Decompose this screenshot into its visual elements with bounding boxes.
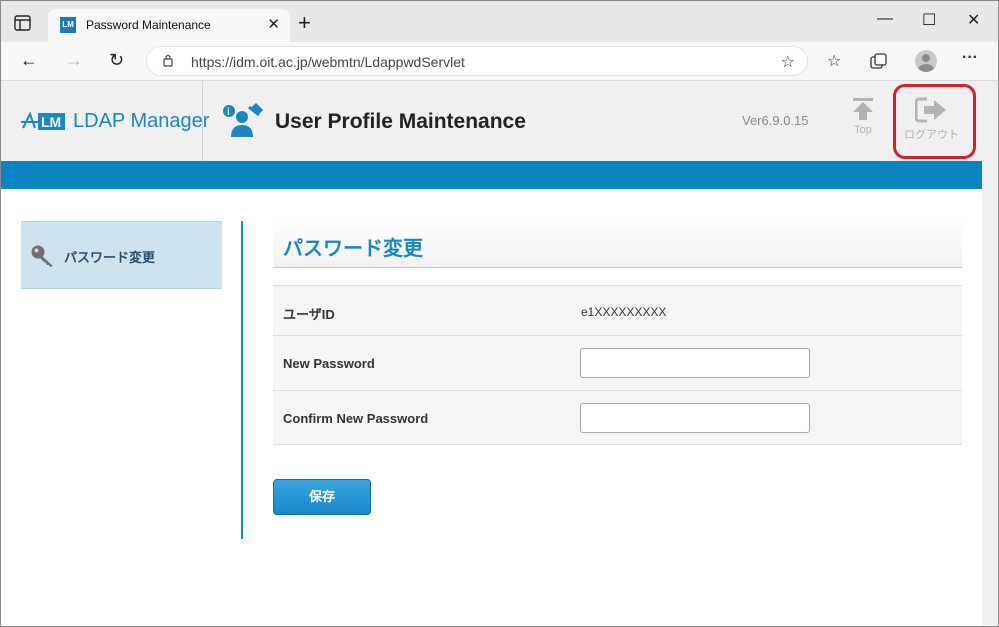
section-header: パスワード変更 — [273, 221, 962, 268]
user-id-label: ユーザID — [283, 307, 335, 322]
forward-button[interactable]: → — [65, 51, 83, 69]
logout-label: ログアウト — [904, 129, 959, 141]
header-divider — [202, 81, 203, 161]
lock-icon[interactable] — [163, 54, 173, 67]
user-maintenance-icon: i — [223, 103, 263, 137]
version-label: Ver6.9.0.15 — [742, 113, 809, 128]
browser-window: LM Password Maintenance ✕ + — ☐ ✕ ← → ↻ … — [0, 0, 999, 627]
accent-bar — [1, 161, 982, 189]
scrollbar[interactable] — [982, 81, 998, 626]
top-button[interactable]: Top — [851, 97, 875, 136]
top-arrow-icon — [853, 98, 873, 120]
password-form: ユーザID e1XXXXXXXXX New Password Confirm N… — [273, 285, 962, 445]
ldap-manager-logo[interactable]: LM LDAP Manager — [21, 108, 209, 134]
form-row-confirm-password: Confirm New Password — [273, 390, 962, 445]
form-row-new-password: New Password — [273, 335, 962, 390]
collections-icon[interactable] — [870, 53, 887, 70]
title-bar: LM Password Maintenance ✕ + — ☐ ✕ — [1, 1, 998, 42]
app-header: LM LDAP Manager i User Profile Maintenan… — [1, 81, 982, 161]
logo-mark-icon: LM — [21, 111, 65, 130]
close-window-button[interactable]: ✕ — [967, 10, 980, 30]
tab-title: Password Maintenance — [86, 18, 211, 32]
sidebar-item-label: パスワード変更 — [64, 250, 156, 265]
profile-avatar[interactable] — [915, 50, 937, 72]
minimize-button[interactable]: — — [877, 10, 893, 28]
more-menu-icon[interactable]: ··· — [962, 49, 978, 67]
save-button[interactable]: 保存 — [273, 479, 371, 515]
svg-text:LM: LM — [41, 114, 61, 130]
confirm-password-label: Confirm New Password — [283, 411, 429, 426]
new-password-label: New Password — [283, 356, 375, 371]
section-title: パスワード変更 — [283, 238, 423, 260]
user-id-value: e1XXXXXXXXX — [581, 305, 667, 319]
browser-tab[interactable]: LM Password Maintenance ✕ — [48, 9, 290, 42]
back-button[interactable]: ← — [20, 51, 38, 69]
browser-toolbar: ← → ↻ https://idm.oit.ac.jp/webmtn/Ldapp… — [1, 42, 998, 81]
address-bar[interactable]: https://idm.oit.ac.jp/webmtn/LdappwdServ… — [146, 46, 808, 76]
confirm-password-input[interactable] — [580, 403, 810, 433]
tab-close-icon[interactable]: ✕ — [267, 15, 280, 33]
favorites-icon[interactable]: ☆ — [827, 51, 841, 71]
page-title: User Profile Maintenance — [275, 110, 526, 133]
tab-actions-icon[interactable] — [11, 13, 35, 33]
sidebar-item-password-change[interactable]: パスワード変更 — [21, 221, 222, 289]
content-divider — [241, 221, 243, 539]
favicon-icon: LM — [60, 17, 76, 33]
top-label: Top — [854, 124, 872, 136]
logout-button[interactable]: ログアウト — [904, 97, 959, 142]
reload-button[interactable]: ↻ — [109, 51, 124, 69]
maximize-button[interactable]: ☐ — [922, 10, 936, 30]
add-favorite-icon[interactable]: ☆ — [781, 52, 795, 72]
logo-text: LDAP Manager — [73, 109, 210, 132]
logout-icon — [914, 97, 946, 123]
url-text[interactable]: https://idm.oit.ac.jp/webmtn/LdappwdServ… — [191, 54, 465, 70]
svg-text:i: i — [227, 107, 230, 118]
new-password-input[interactable] — [580, 348, 810, 378]
new-tab-button[interactable]: + — [298, 12, 311, 34]
key-icon — [31, 245, 53, 267]
form-row-user-id: ユーザID e1XXXXXXXXX — [273, 285, 962, 335]
